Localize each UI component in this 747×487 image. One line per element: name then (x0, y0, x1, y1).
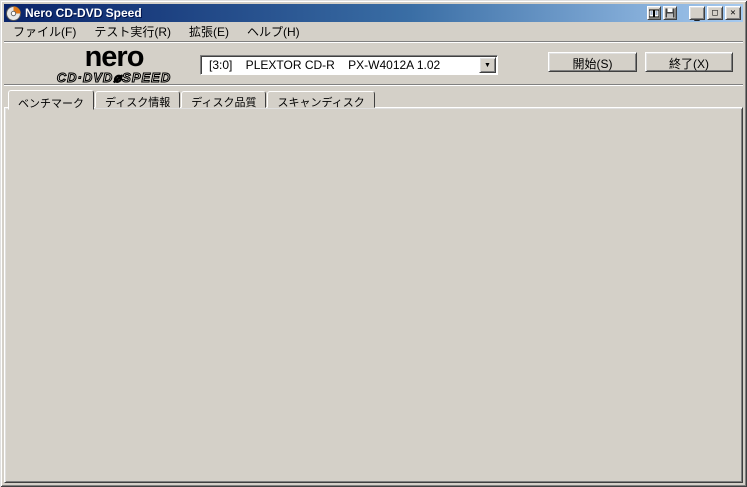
menu-file[interactable]: ファイル(F) (4, 21, 85, 42)
nero-logo-text: nero (84, 41, 145, 73)
start-button[interactable]: 開始(S) (548, 52, 637, 72)
floppy-icon (665, 8, 675, 18)
menu-run-test[interactable]: テスト実行(R) (85, 21, 180, 42)
tab-page-benchmark (4, 107, 743, 483)
save-button[interactable] (663, 6, 677, 20)
tab-disc-quality[interactable]: ディスク品質 (181, 91, 267, 109)
close-button[interactable]: ✕ (725, 6, 741, 20)
tab-benchmark[interactable]: ベンチマーク (8, 90, 94, 110)
book-icon (649, 9, 659, 17)
exit-button[interactable]: 終了(X) (645, 52, 733, 72)
tab-disc-info[interactable]: ディスク情報 (95, 91, 181, 109)
menu-extra[interactable]: 拡張(E) (180, 21, 238, 42)
nero-logo: nero CD·DVD⌀SPEED (34, 41, 194, 86)
drive-selector-value: [3:0] PLEXTOR CD-R PX-W4012A 1.02 (209, 58, 441, 72)
menu-bar: ファイル(F) テスト実行(R) 拡張(E) ヘルプ(H) (4, 22, 743, 41)
title-bar: Nero CD-DVD Speed _ □ ✕ (4, 4, 743, 22)
dropdown-arrow-icon[interactable]: ▼ (479, 57, 496, 73)
maximize-button[interactable]: □ (707, 6, 723, 20)
menu-help[interactable]: ヘルプ(H) (238, 21, 309, 42)
tab-scandisc[interactable]: スキャンディスク (267, 91, 375, 109)
tab-strip: ベンチマーク ディスク情報 ディスク品質 スキャンディスク (8, 89, 376, 110)
minimize-button[interactable]: _ (689, 6, 705, 22)
drive-selector[interactable]: [3:0] PLEXTOR CD-R PX-W4012A 1.02 ▼ (200, 55, 498, 75)
app-cd-icon (6, 5, 21, 21)
app-window: Nero CD-DVD Speed _ □ ✕ ファイル(F) テスト実行(R)… (0, 0, 747, 487)
window-title: Nero CD-DVD Speed (25, 6, 142, 20)
book-button[interactable] (647, 6, 661, 20)
toolbar-separator (4, 84, 743, 86)
